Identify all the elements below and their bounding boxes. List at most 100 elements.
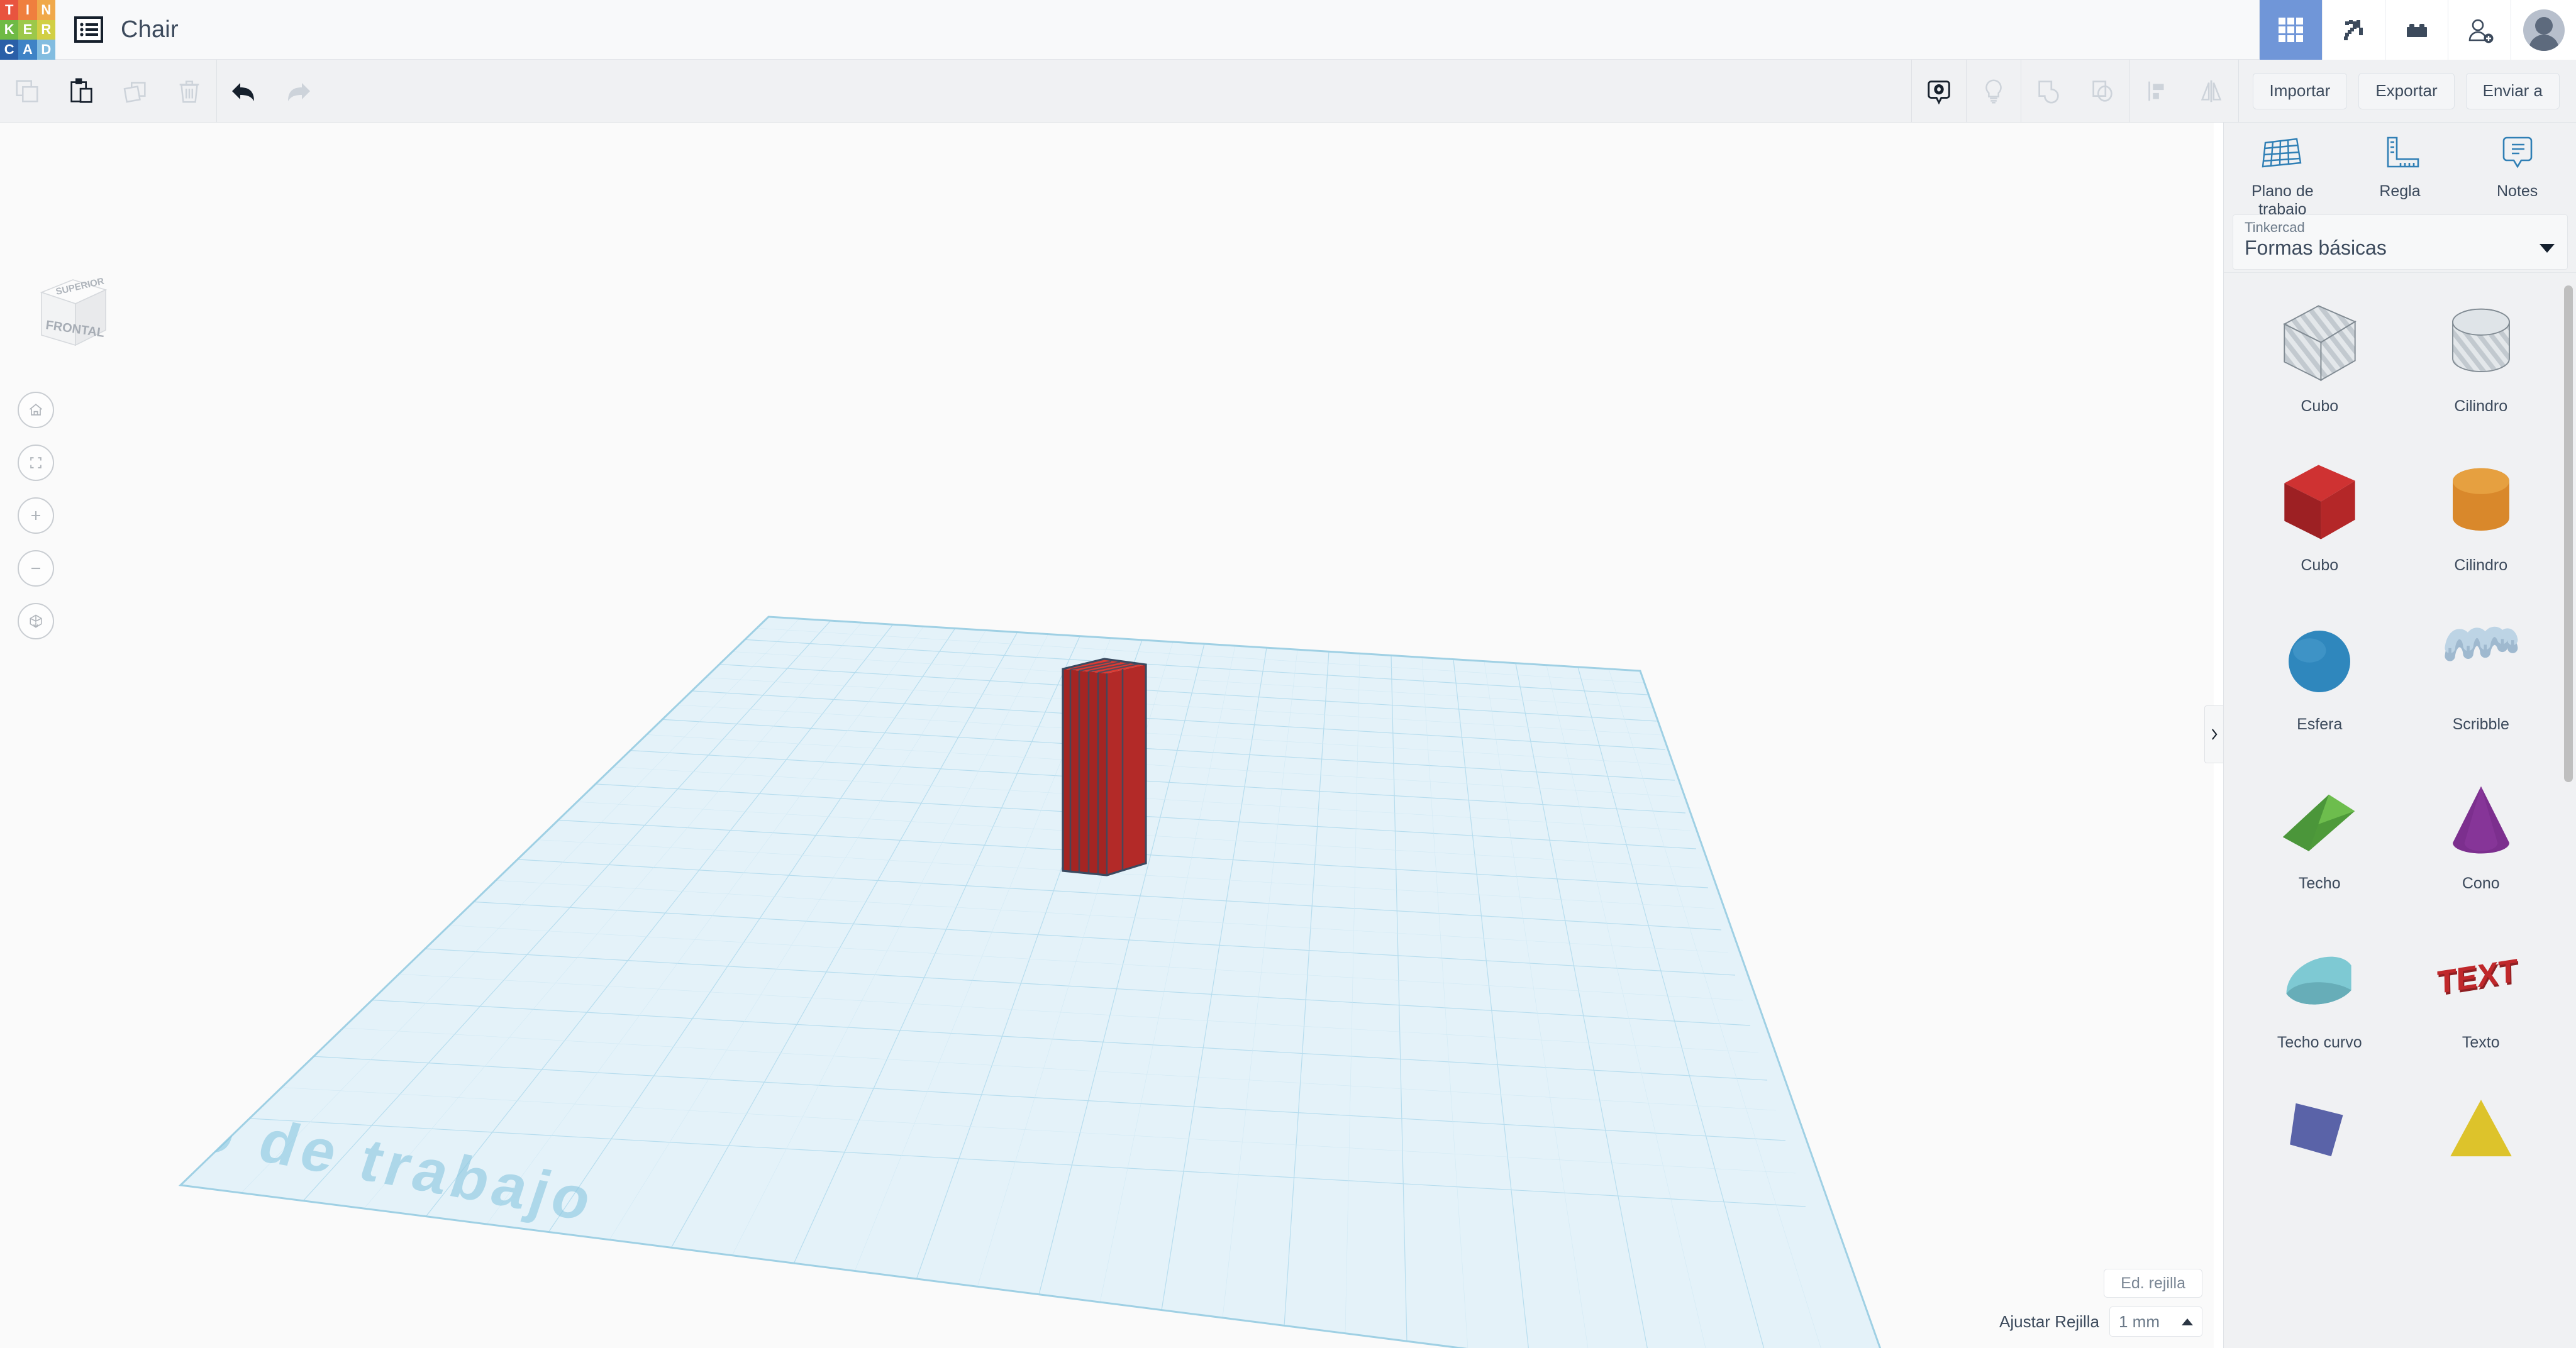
export-button[interactable]: Exportar [2358, 72, 2455, 109]
panel-scrollbar-thumb[interactable] [2564, 285, 2573, 782]
zoom-in-button[interactable] [18, 497, 54, 534]
file-actions: Importar Exportar Enviar a [2252, 60, 2571, 123]
shape-label: Cilindro [2454, 397, 2508, 415]
apps-grid-icon[interactable] [2259, 0, 2322, 60]
page-title[interactable]: Chair [121, 16, 179, 43]
ungroup-icon[interactable] [2075, 60, 2129, 123]
shape-item[interactable] [2239, 1080, 2401, 1232]
workplane-tool[interactable]: Plano de trabajo [2229, 134, 2336, 219]
shape-label: Scribble [2452, 715, 2509, 733]
logo-cell: A [18, 40, 37, 60]
shape-item[interactable]: Esfera [2239, 602, 2401, 755]
redo-icon[interactable] [271, 60, 325, 123]
3d-viewport[interactable]: Plano de trabajo SUPERIOR FRONTAL Ed. re… [0, 123, 2214, 1348]
edit-grid-button[interactable]: Ed. rejilla [2104, 1269, 2202, 1298]
list-icon[interactable] [74, 15, 103, 44]
home-view-button[interactable] [18, 392, 54, 428]
add-person-icon[interactable] [2448, 0, 2511, 60]
avatar[interactable] [2511, 0, 2576, 60]
snap-grid-row: Ajustar Rejilla 1 mm [1999, 1307, 2202, 1337]
red-box-stack [1062, 658, 1147, 876]
snap-grid-label: Ajustar Rejilla [1999, 1312, 2099, 1331]
shapes-scroll-area[interactable]: Cubo Cilindro Cubo Cilindro Esfera Scrib… [2224, 272, 2576, 1348]
logo-cell: E [18, 19, 37, 40]
caret-up-icon [2182, 1318, 2193, 1325]
avatar-image [2523, 9, 2565, 51]
shape-library-dropdown[interactable]: Tinkercad Formas básicas [2233, 214, 2568, 270]
send-to-button[interactable]: Enviar a [2465, 72, 2560, 109]
app-header: T I N K E R C A D Chair [0, 0, 2576, 60]
clipboard-tools [0, 60, 216, 123]
scribble-icon [2435, 611, 2526, 712]
view-nav-buttons [18, 392, 54, 656]
shape-label: Techo curvo [2277, 1034, 2362, 1051]
zoom-out-button[interactable] [18, 550, 54, 587]
sphere-icon [2275, 611, 2363, 712]
shape-library-provider: Tinkercad [2245, 219, 2305, 235]
notes-tool-label: Notes [2496, 182, 2538, 200]
group-tools [2021, 60, 2129, 123]
history-tools [217, 60, 325, 123]
undo-icon[interactable] [217, 60, 271, 123]
light-tools [1967, 60, 2021, 123]
shape-label: Cubo [2301, 556, 2339, 574]
snap-grid-value: 1 mm [2119, 1312, 2160, 1331]
fit-to-view-button[interactable] [18, 445, 54, 481]
shape-label: Texto [2462, 1034, 2500, 1051]
shape-item[interactable] [2401, 1080, 2562, 1232]
tinkercad-logo[interactable]: T I N K E R C A D [0, 0, 55, 60]
shape-item[interactable]: Cilindro [2401, 284, 2562, 437]
note-icon [2496, 134, 2540, 176]
shape-item[interactable]: Techo [2239, 761, 2401, 914]
edit-toolbar: Importar Exportar Enviar a [0, 59, 2576, 123]
document-area: Chair [55, 0, 2259, 59]
logo-cell: K [0, 19, 19, 40]
shape-label: Cono [2462, 875, 2500, 892]
cone-icon [2434, 770, 2528, 871]
duplicate-icon[interactable] [108, 60, 162, 123]
lego-brick-icon[interactable] [2385, 0, 2448, 60]
chevron-down-icon [2540, 244, 2555, 253]
grid-controls: Ed. rejilla Ajustar Rejilla 1 mm [1999, 1269, 2202, 1337]
copy-icon[interactable] [0, 60, 54, 123]
shape-item[interactable]: TEXT TEXT Texto [2401, 920, 2562, 1073]
group-icon[interactable] [2021, 60, 2075, 123]
ortho-perspective-toggle[interactable] [18, 603, 54, 639]
pickaxe-icon[interactable] [2322, 0, 2385, 60]
shapes-panel: Plano de trabajo Regla Notes Tinkercad F… [2223, 123, 2576, 1348]
shape-library-current: Formas básicas [2245, 236, 2387, 260]
text-icon: TEXT TEXT [2434, 929, 2528, 1030]
paste-icon[interactable] [54, 60, 108, 123]
cylinder-hole-icon [2434, 293, 2528, 394]
shape-item[interactable]: Cubo [2239, 284, 2401, 437]
shape-item[interactable]: Cubo [2239, 443, 2401, 596]
snap-grid-select[interactable]: 1 mm [2109, 1307, 2202, 1337]
panel-collapse-handle[interactable] [2204, 705, 2223, 763]
shape-item[interactable]: Techo curvo [2239, 920, 2401, 1073]
logo-cell: R [36, 19, 55, 40]
curved-roof-icon [2272, 929, 2367, 1030]
mirror-icon[interactable] [2184, 60, 2238, 123]
note-pin-icon[interactable] [1912, 60, 1966, 123]
shape-label: Esfera [2297, 715, 2343, 733]
partial-shape-icon [2434, 1088, 2528, 1189]
ruler-tool[interactable]: Regla [2346, 134, 2453, 201]
shape-label: Cilindro [2454, 556, 2508, 574]
light-bulb-icon[interactable] [1967, 60, 2021, 123]
logo-cell: C [0, 40, 19, 60]
notes-tool[interactable]: Notes [2464, 134, 2571, 201]
toolbar-divider [2238, 59, 2239, 123]
shape-item[interactable]: Cilindro [2401, 443, 2562, 596]
workplane-tool-label: Plano de trabajo [2251, 182, 2314, 218]
delete-icon[interactable] [162, 60, 216, 123]
panel-scrollbar[interactable] [2564, 273, 2573, 1348]
ruler-tool-label: Regla [2379, 182, 2421, 200]
import-button[interactable]: Importar [2252, 72, 2348, 109]
shape-item[interactable]: Scribble [2401, 602, 2562, 755]
logo-cell: D [36, 40, 55, 60]
note-tools [1912, 60, 1966, 123]
shape-item[interactable]: Cono [2401, 761, 2562, 914]
view-cube[interactable]: SUPERIOR FRONTAL [24, 268, 112, 351]
cylinder-icon [2434, 452, 2528, 553]
align-icon[interactable] [2130, 60, 2184, 123]
